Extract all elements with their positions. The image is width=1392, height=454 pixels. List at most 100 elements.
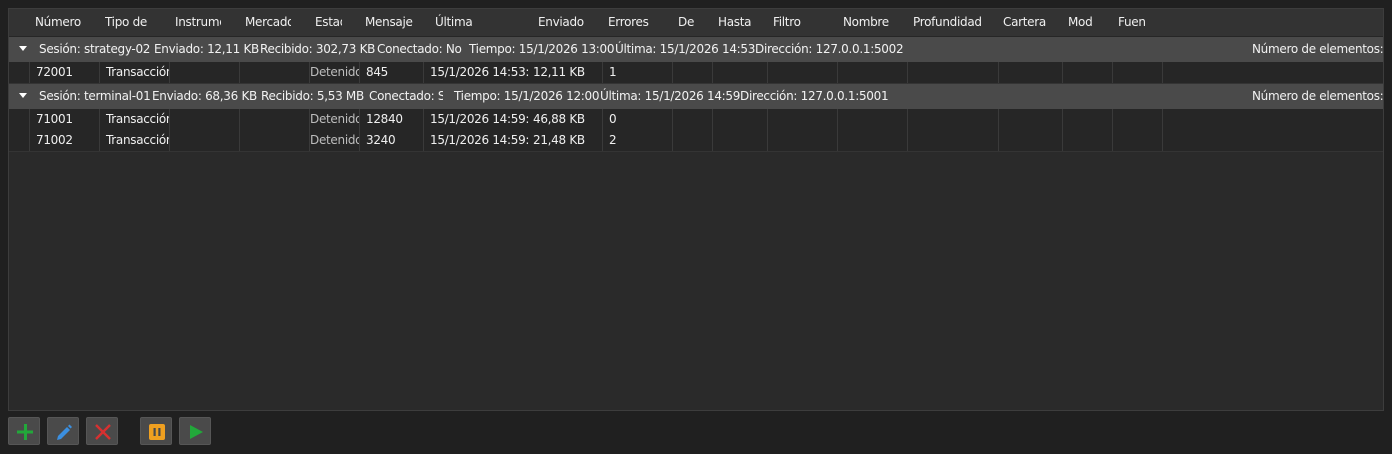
group-sent: Enviado: 12,11 KB <box>154 42 259 56</box>
cell-mod <box>1062 62 1112 83</box>
table-row[interactable]: 71001 Transacción Detenido 12840 15/1/20… <box>9 109 1383 131</box>
cell-ultima: 15/1/2026 14:59:51 <box>423 130 529 151</box>
column-header-instrumento[interactable]: Instrume <box>175 9 221 36</box>
cell-cartera <box>998 130 1062 151</box>
cell-de <box>672 109 712 130</box>
cell-hasta <box>712 109 767 130</box>
group-count: Número de elementos: 1 <box>1252 42 1384 56</box>
cell-cartera <box>998 62 1062 83</box>
cell-tipo: Transacción <box>99 62 169 83</box>
cell-enviado: 46,88 KB <box>533 112 585 126</box>
cell-numero: 71001 <box>29 109 99 130</box>
column-header-ultima[interactable]: Última <box>435 9 495 36</box>
cell-fuente <box>1112 109 1162 130</box>
cell-numero: 71002 <box>29 130 99 151</box>
close-icon <box>95 424 111 440</box>
pencil-icon <box>57 424 72 440</box>
column-header-tipo[interactable]: Tipo de c <box>105 9 151 36</box>
group-address: Dirección: 127.0.0.1:5002 <box>755 42 904 56</box>
group-row-terminal-01[interactable]: Sesión: terminal-01 Enviado: 68,36 KB Re… <box>9 84 1383 109</box>
cell-enviado: 21,48 KB <box>533 133 585 147</box>
delete-button[interactable] <box>86 417 118 445</box>
column-header-enviado[interactable]: Enviado <box>538 9 598 36</box>
cell-cartera <box>998 109 1062 130</box>
cell-ultima: 15/1/2026 14:59:55 <box>423 109 529 130</box>
cell-estado: Detenido <box>309 62 359 83</box>
cell-mensaje: 12840 <box>359 109 423 130</box>
cell-tipo: Transacción <box>99 109 169 130</box>
cell-filtro <box>767 62 837 83</box>
cell-nombre <box>837 109 907 130</box>
cell-enviado: 12,11 KB <box>533 65 585 79</box>
pause-icon <box>149 424 165 440</box>
column-header-mensaje[interactable]: Mensaje <box>365 9 425 36</box>
cell-spacer <box>1162 62 1383 83</box>
column-header-hasta[interactable]: Hasta <box>718 9 764 36</box>
cell-nombre <box>837 62 907 83</box>
column-header-numero[interactable]: Número <box>35 9 103 36</box>
cell-de <box>672 130 712 151</box>
cell-errores: 0 <box>602 109 672 130</box>
column-header-filtro[interactable]: Filtro <box>773 9 833 36</box>
cell-errores: 2 <box>602 130 672 151</box>
table-row[interactable]: 72001 Transacción Detenido 845 15/1/2026… <box>9 62 1383 84</box>
group-time: Tiempo: 15/1/2026 12:00 <box>454 89 600 103</box>
column-header-fuente[interactable]: Fuen <box>1118 9 1146 36</box>
cell-estado: Detenido <box>309 109 359 130</box>
column-header-cartera[interactable]: Cartera <box>1003 9 1053 36</box>
edit-button[interactable] <box>47 417 79 445</box>
column-header-profundidad[interactable]: Profundidad <box>913 9 993 36</box>
cell-mercado <box>239 109 309 130</box>
group-connected: Conectado: Sí <box>369 89 443 103</box>
cell-ultima: 15/1/2026 14:53:00 <box>423 62 529 83</box>
column-header-nombre[interactable]: Nombre <box>843 9 903 36</box>
cell-de <box>672 62 712 83</box>
group-count: Número de elementos: 2 <box>1252 89 1384 103</box>
group-connected: Conectado: No <box>377 42 462 56</box>
cell-errores: 1 <box>602 62 672 83</box>
cell-mensaje: 845 <box>359 62 423 83</box>
cell-instrumento <box>169 109 239 130</box>
column-header-row: Número Tipo de c Instrume Mercado Estad … <box>9 9 1383 37</box>
sessions-grid[interactable]: Número Tipo de c Instrume Mercado Estad … <box>8 8 1384 411</box>
cell-mod <box>1062 109 1112 130</box>
column-header-mercado[interactable]: Mercado <box>245 9 291 36</box>
add-button[interactable] <box>8 417 40 445</box>
cell-nombre <box>837 130 907 151</box>
cell-estado: Detenido <box>309 130 359 151</box>
group-session: Sesión: strategy-02 <box>39 42 151 56</box>
cell-tipo: Transacción <box>99 130 169 151</box>
chevron-down-icon[interactable] <box>19 93 27 98</box>
column-header-estado[interactable]: Estad <box>315 9 342 36</box>
group-sent: Enviado: 68,36 KB <box>152 89 257 103</box>
group-received: Recibido: 5,53 MB <box>261 89 364 103</box>
cell-profundidad <box>907 62 998 83</box>
cell-instrumento <box>169 130 239 151</box>
cell-hasta <box>712 62 767 83</box>
pause-button[interactable] <box>140 417 172 445</box>
group-session: Sesión: terminal-01 <box>39 89 151 103</box>
column-header-errores[interactable]: Errores <box>608 9 668 36</box>
cell-hasta <box>712 130 767 151</box>
column-header-de[interactable]: De <box>678 9 708 36</box>
cell-profundidad <box>907 109 998 130</box>
plus-icon <box>17 424 33 440</box>
cell-mercado <box>239 62 309 83</box>
cell-spacer <box>1162 130 1383 151</box>
cell-filtro <box>767 130 837 151</box>
column-header-mod[interactable]: Mod <box>1068 9 1096 36</box>
group-row-strategy-02[interactable]: Sesión: strategy-02 Enviado: 12,11 KB Re… <box>9 37 1383 62</box>
cell-mercado <box>239 130 309 151</box>
play-icon <box>190 425 203 439</box>
table-row[interactable]: 71002 Transacción Detenido 3240 15/1/202… <box>9 130 1383 152</box>
chevron-down-icon[interactable] <box>19 46 27 51</box>
group-last: Última: 15/1/2026 14:59 <box>600 89 741 103</box>
group-address: Dirección: 127.0.0.1:5001 <box>740 89 889 103</box>
play-button[interactable] <box>179 417 211 445</box>
group-received: Recibido: 302,73 KB <box>260 42 376 56</box>
cell-numero: 72001 <box>29 62 99 83</box>
cell-filtro <box>767 109 837 130</box>
cell-instrumento <box>169 62 239 83</box>
cell-profundidad <box>907 130 998 151</box>
group-last: Última: 15/1/2026 14:53 <box>615 42 756 56</box>
